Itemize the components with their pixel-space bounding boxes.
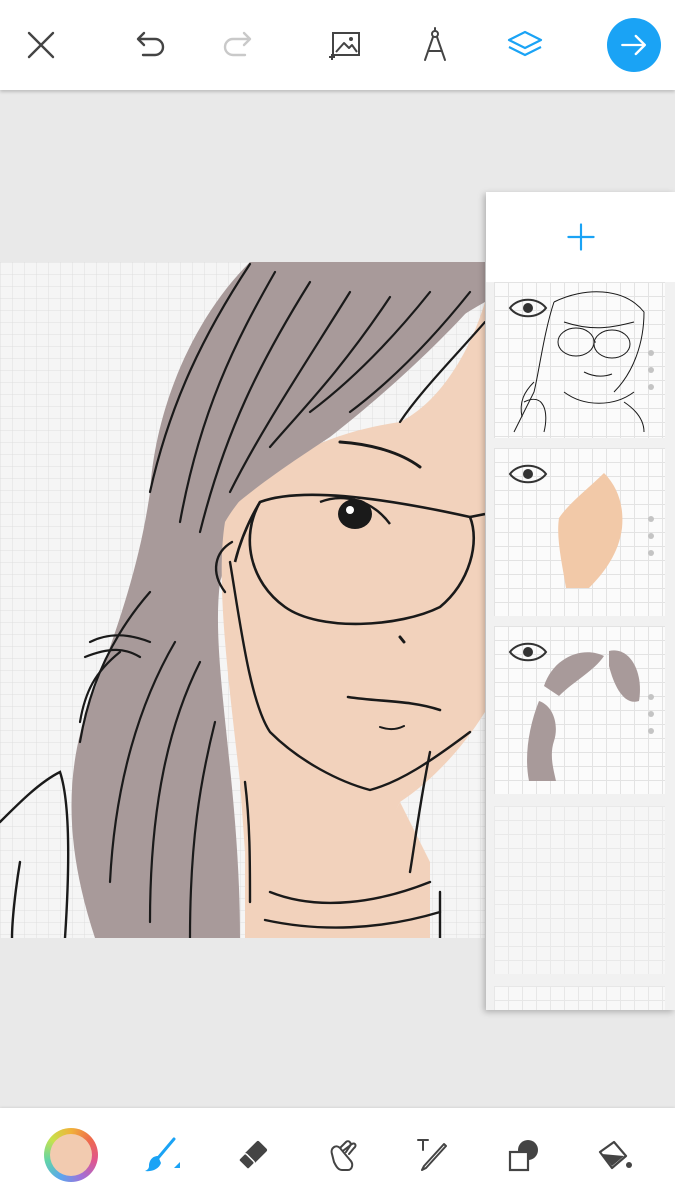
- color-picker[interactable]: [44, 1128, 98, 1182]
- bottom-toolbar: [0, 1108, 675, 1200]
- layer-item-hair-color[interactable]: [494, 626, 665, 794]
- add-image-icon[interactable]: [318, 18, 372, 72]
- top-toolbar: [0, 0, 675, 90]
- add-layer-button[interactable]: [486, 192, 675, 282]
- layer-item-skin-color[interactable]: [494, 448, 665, 616]
- layers-icon[interactable]: [498, 18, 552, 72]
- smudge-icon[interactable]: [316, 1128, 370, 1182]
- ruler-compass-icon[interactable]: [408, 18, 462, 72]
- drag-handle-icon[interactable]: [647, 516, 655, 556]
- layers-panel: [486, 192, 675, 1010]
- layer-thumbnail: [494, 806, 665, 974]
- layer-thumbnail: [494, 986, 665, 1010]
- layer-item-blank[interactable]: [494, 806, 665, 974]
- shape-icon[interactable]: [496, 1128, 550, 1182]
- plus-icon: [566, 223, 595, 251]
- brush-icon[interactable]: [134, 1128, 188, 1182]
- undo-icon[interactable]: [122, 18, 176, 72]
- text-icon[interactable]: [406, 1128, 460, 1182]
- layer-item-line-art[interactable]: [494, 282, 665, 438]
- eye-icon[interactable]: [508, 294, 548, 322]
- fill-bucket-icon[interactable]: [586, 1128, 640, 1182]
- drag-handle-icon[interactable]: [647, 694, 655, 734]
- eraser-icon[interactable]: [226, 1128, 280, 1182]
- close-icon[interactable]: [14, 18, 68, 72]
- eye-icon[interactable]: [508, 638, 548, 666]
- drawing-canvas[interactable]: [0, 262, 485, 938]
- drag-handle-icon[interactable]: [647, 350, 655, 390]
- redo-icon[interactable]: [212, 18, 266, 72]
- next-arrow-icon[interactable]: [607, 18, 661, 72]
- layer-item-partial[interactable]: [494, 986, 665, 1010]
- eye-icon[interactable]: [508, 460, 548, 488]
